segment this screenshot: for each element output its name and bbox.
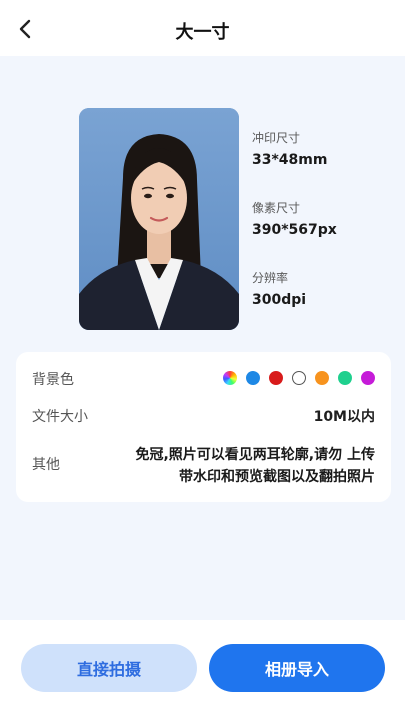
other-requirements-label: 其他 (32, 457, 60, 473)
resolution-spec: 分辨率 300dpi (252, 270, 392, 311)
color-swatch-purple[interactable] (361, 371, 375, 385)
spec-label: 像素尺寸 (252, 201, 301, 215)
take-photo-button[interactable]: 直接拍摄 (21, 644, 197, 692)
spec-value: 300dpi (252, 292, 307, 308)
file-size-label: 文件大小 (32, 409, 88, 425)
background-color-picker (223, 371, 375, 385)
sample-id-photo (79, 108, 239, 330)
print-size-spec: 冲印尺寸 33*48mm (252, 130, 392, 171)
photo-requirements-card: 背景色 文件大小 10M以内 其他 免冠,照片可以看见两耳轮廓,请勿 上传带水印… (16, 352, 391, 502)
other-requirements-text: 免冠,照片可以看见两耳轮廓,请勿 上传带水印和预览截图以及翻拍照片 (135, 447, 375, 485)
background-color-label: 背景色 (32, 372, 74, 388)
color-swatch-red[interactable] (269, 371, 283, 385)
bottom-action-bar: 直接拍摄 相册导入 (0, 620, 405, 720)
spec-value: 390*567px (252, 222, 337, 238)
page-title: 大一寸 (175, 22, 230, 43)
spec-label: 分辨率 (252, 271, 289, 285)
color-swatch-orange[interactable] (315, 371, 329, 385)
color-swatch-green[interactable] (338, 371, 352, 385)
color-swatch-custom[interactable] (223, 371, 237, 385)
spec-label: 冲印尺寸 (252, 131, 301, 145)
top-bar: 大一寸 (0, 0, 405, 56)
color-swatch-blue[interactable] (246, 371, 260, 385)
spec-value: 33*48mm (252, 152, 328, 168)
import-from-album-button[interactable]: 相册导入 (209, 644, 385, 692)
pixel-size-spec: 像素尺寸 390*567px (252, 200, 392, 241)
color-swatch-white[interactable] (292, 371, 306, 385)
file-size-value: 10M以内 (313, 409, 375, 425)
